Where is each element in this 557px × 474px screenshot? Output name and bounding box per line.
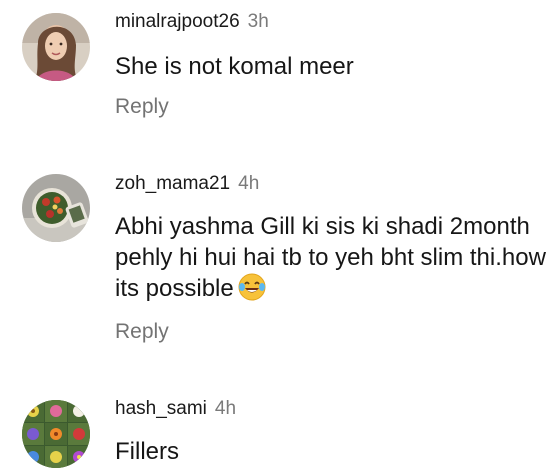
flowers-grid-avatar-icon — [22, 400, 90, 468]
comment-meta: hash_sami 4h — [115, 397, 236, 421]
avatar[interactable] — [22, 400, 90, 468]
username[interactable]: hash_sami — [115, 398, 207, 419]
comment-text-content: Abhi yashma Gill ki sis ki shadi 2month … — [115, 213, 546, 302]
food-photo-avatar-icon — [22, 174, 90, 242]
reply-button[interactable]: Reply — [115, 319, 169, 345]
comment-text: Abhi yashma Gill ki sis ki shadi 2month … — [115, 211, 550, 304]
comment-meta: zoh_mama21 4h — [115, 172, 259, 196]
laughing-tears-emoji-icon — [238, 273, 266, 301]
comment-meta: minalrajpoot26 3h — [115, 10, 269, 34]
username[interactable]: zoh_mama21 — [115, 173, 230, 194]
timestamp: 4h — [214, 398, 237, 419]
user-photo-avatar-icon — [22, 13, 90, 81]
timestamp: 3h — [247, 11, 269, 32]
username[interactable]: minalrajpoot26 — [115, 11, 240, 32]
timestamp: 4h — [238, 173, 260, 194]
avatar[interactable] — [22, 13, 90, 81]
comment-text: She is not komal meer — [115, 53, 354, 80]
comment-text: Fillers — [115, 438, 179, 465]
avatar[interactable] — [22, 174, 90, 242]
reply-button[interactable]: Reply — [115, 94, 169, 120]
